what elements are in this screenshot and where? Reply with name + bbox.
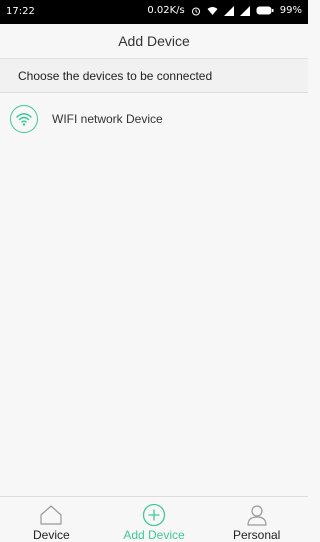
home-icon bbox=[39, 503, 63, 527]
battery-icon bbox=[256, 6, 274, 15]
device-label: WIFI network Device bbox=[52, 112, 163, 126]
person-icon bbox=[245, 503, 269, 527]
tab-add-device[interactable]: Add Device bbox=[103, 497, 206, 542]
wifi-icon bbox=[10, 105, 38, 133]
status-right: 0.02K/s 99% bbox=[147, 5, 302, 16]
status-bar: 17:22 0.02K/s 99% bbox=[0, 0, 308, 24]
tab-personal-label: Personal bbox=[232, 528, 281, 542]
page-title: Add Device bbox=[0, 24, 308, 59]
tab-device[interactable]: Device bbox=[0, 497, 103, 542]
network-speed: 0.02K/s bbox=[147, 5, 185, 16]
screen: 17:22 0.02K/s 99% Add Device Choose the … bbox=[0, 0, 308, 542]
plus-circle-icon bbox=[142, 503, 166, 527]
status-time: 17:22 bbox=[6, 6, 35, 17]
tab-bar: Device Add Device Personal bbox=[0, 496, 308, 542]
tab-device-label: Device bbox=[32, 528, 70, 542]
section-label: Choose the devices to be connected bbox=[0, 59, 308, 93]
tab-add-device-label: Add Device bbox=[123, 528, 185, 542]
battery-level: 99% bbox=[279, 5, 302, 16]
signal-icon bbox=[239, 5, 250, 16]
device-list: WIFI network Device bbox=[0, 94, 308, 144]
tab-personal[interactable]: Personal bbox=[205, 497, 308, 542]
wifi-icon bbox=[207, 6, 218, 16]
device-item-wifi[interactable]: WIFI network Device bbox=[0, 94, 308, 144]
signal-icon bbox=[223, 5, 234, 16]
alarm-icon bbox=[191, 6, 201, 16]
